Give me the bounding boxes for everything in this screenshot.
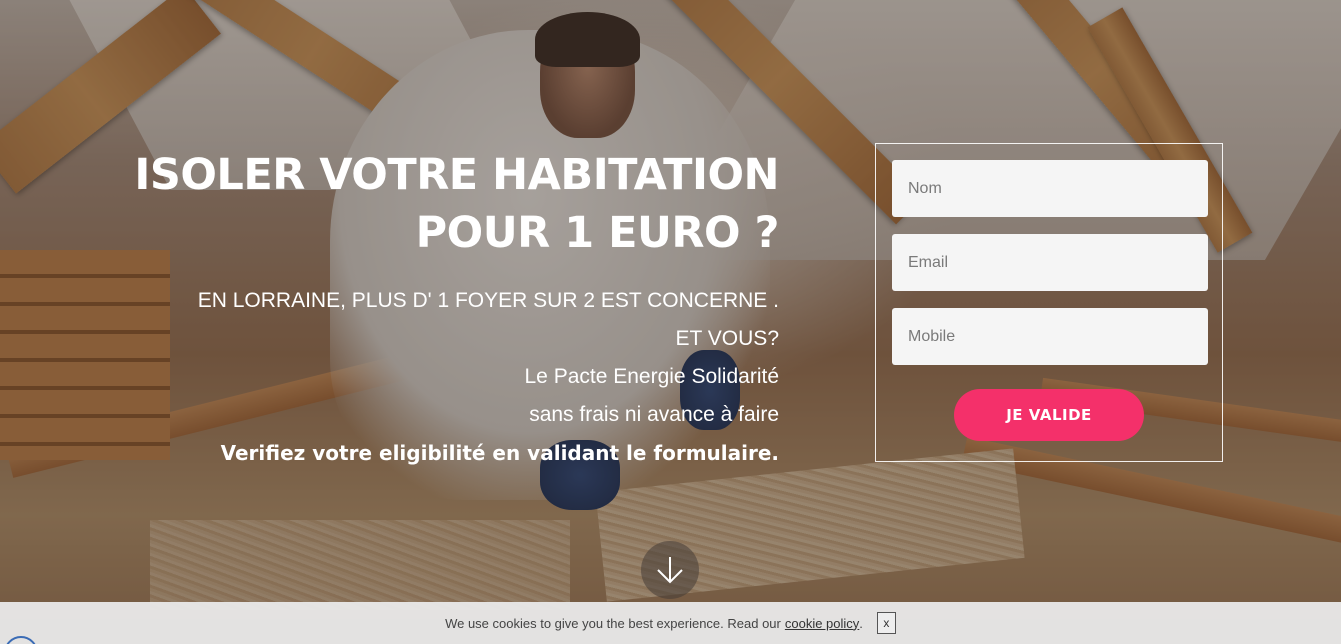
sub-line-3: Le Pacte Energie Solidarité — [524, 365, 780, 388]
headline-line-1: ISOLER VOTRE HABITATION — [134, 150, 779, 200]
cookie-banner: We use cookies to give you the best expe… — [0, 602, 1341, 644]
cookie-policy-link[interactable]: cookie policy — [785, 616, 859, 631]
name-field[interactable] — [892, 160, 1208, 217]
cookie-close-button[interactable]: x — [876, 612, 896, 634]
sub-line-5: Verifiez votre eligibilité en validant l… — [220, 441, 779, 465]
sub-line-2: ET VOUS? — [675, 327, 779, 350]
scroll-down-button[interactable] — [641, 541, 699, 599]
hero-subtext: EN LORRAINE, PLUS D' 1 FOYER SUR 2 EST C… — [79, 282, 779, 472]
page-headline: ISOLER VOTRE HABITATION POUR 1 EURO ? — [79, 146, 779, 262]
cookie-text: We use cookies to give you the best expe… — [445, 615, 781, 631]
submit-button[interactable]: JE VALIDE — [954, 389, 1144, 441]
headline-line-2: POUR 1 EURO ? — [415, 208, 780, 258]
mobile-field[interactable] — [892, 308, 1208, 365]
signup-form: JE VALIDE — [875, 143, 1223, 462]
sub-line-4: sans frais ni avance à faire — [529, 403, 779, 426]
email-field[interactable] — [892, 234, 1208, 291]
cookie-period: . — [859, 615, 863, 631]
sub-line-1: EN LORRAINE, PLUS D' 1 FOYER SUR 2 EST C… — [197, 289, 779, 312]
arrow-down-icon — [657, 557, 683, 584]
hero-section: ISOLER VOTRE HABITATION POUR 1 EURO ? EN… — [0, 0, 1341, 644]
